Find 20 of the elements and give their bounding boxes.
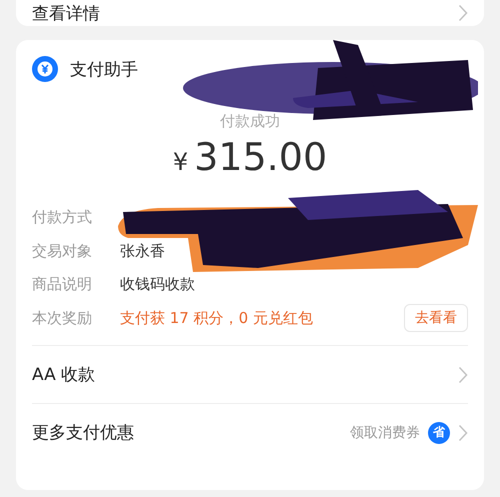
payment-status: 付款成功 bbox=[219, 112, 281, 131]
details-link[interactable]: 查看详情 bbox=[32, 2, 100, 24]
currency-symbol: ¥ bbox=[172, 148, 188, 176]
detail-label: 交易对象 bbox=[32, 242, 93, 261]
detail-value: 张永香 bbox=[120, 242, 166, 261]
detail-label: 本次奖励 bbox=[32, 308, 93, 328]
coupon-hint: 领取消费券 bbox=[350, 424, 420, 442]
detail-value: 收钱码收款 bbox=[120, 275, 196, 294]
chevron-right-icon bbox=[458, 366, 468, 384]
reward-text: 支付获 17 积分，0 元兑红包 bbox=[120, 308, 314, 328]
chevron-right-icon bbox=[458, 424, 468, 442]
assistant-title: 支付助手 bbox=[70, 58, 138, 80]
payment-amount: 315.00 bbox=[194, 135, 328, 179]
menu-item[interactable]: AA 收款 bbox=[32, 345, 468, 403]
save-badge: 省 bbox=[428, 422, 450, 444]
detail-label: 商品说明 bbox=[32, 275, 93, 294]
chevron-right-icon bbox=[458, 4, 468, 22]
menu-item[interactable]: 更多支付优惠 领取消费券 省 bbox=[32, 403, 468, 461]
detail-label: 付款方式 bbox=[32, 208, 93, 228]
yuan-coin-icon bbox=[32, 56, 58, 82]
